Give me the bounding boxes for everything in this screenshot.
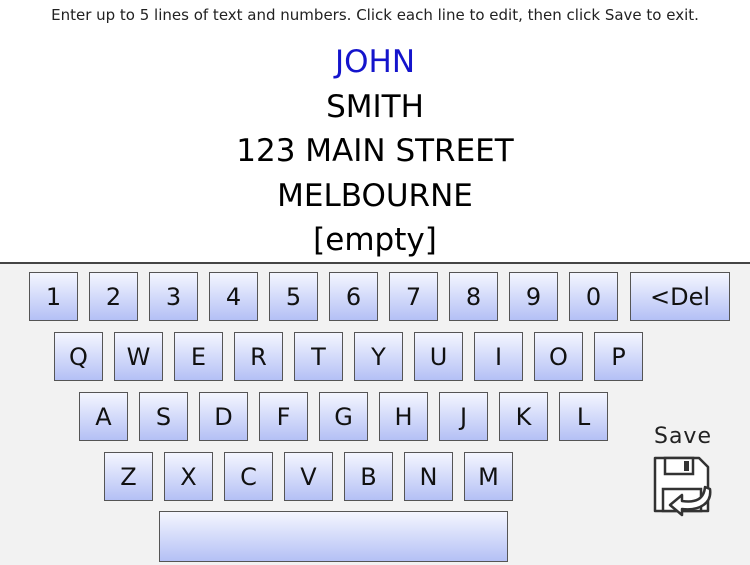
- key-u[interactable]: U: [414, 332, 463, 381]
- key-7[interactable]: 7: [389, 272, 438, 321]
- key-3[interactable]: 3: [149, 272, 198, 321]
- key-n[interactable]: N: [404, 452, 453, 501]
- key-a[interactable]: A: [79, 392, 128, 441]
- key-g[interactable]: G: [319, 392, 368, 441]
- key-s[interactable]: S: [139, 392, 188, 441]
- key-v[interactable]: V: [284, 452, 333, 501]
- text-line-4[interactable]: MELBOURNE: [0, 174, 750, 219]
- key-m[interactable]: M: [464, 452, 513, 501]
- text-line-3[interactable]: 123 MAIN STREET: [0, 129, 750, 174]
- instructions-text: Enter up to 5 lines of text and numbers.…: [51, 6, 699, 24]
- key-f[interactable]: F: [259, 392, 308, 441]
- save-button[interactable]: Save: [643, 424, 723, 519]
- key-d[interactable]: D: [199, 392, 248, 441]
- space-key[interactable]: [159, 511, 508, 562]
- key-9[interactable]: 9: [509, 272, 558, 321]
- key-z[interactable]: Z: [104, 452, 153, 501]
- save-floppy-icon: [653, 456, 712, 517]
- key-c[interactable]: C: [224, 452, 273, 501]
- key-0[interactable]: 0: [569, 272, 618, 321]
- key-y[interactable]: Y: [354, 332, 403, 381]
- key-1[interactable]: 1: [29, 272, 78, 321]
- key-x[interactable]: X: [164, 452, 213, 501]
- key-l[interactable]: L: [559, 392, 608, 441]
- key-b[interactable]: B: [344, 452, 393, 501]
- key-h[interactable]: H: [379, 392, 428, 441]
- key-o[interactable]: O: [534, 332, 583, 381]
- key-8[interactable]: 8: [449, 272, 498, 321]
- key-q[interactable]: Q: [54, 332, 103, 381]
- text-line-5[interactable]: [empty]: [0, 218, 750, 263]
- key-w[interactable]: W: [114, 332, 163, 381]
- key-4[interactable]: 4: [209, 272, 258, 321]
- delete-key[interactable]: <Del: [630, 272, 730, 321]
- key-r[interactable]: R: [234, 332, 283, 381]
- key-i[interactable]: I: [474, 332, 523, 381]
- text-line-2[interactable]: SMITH: [0, 85, 750, 130]
- key-6[interactable]: 6: [329, 272, 378, 321]
- key-k[interactable]: K: [499, 392, 548, 441]
- key-e[interactable]: E: [174, 332, 223, 381]
- save-label: Save: [653, 424, 712, 449]
- text-line-1[interactable]: JOHN: [0, 40, 750, 85]
- key-t[interactable]: T: [294, 332, 343, 381]
- text-lines: JOHN SMITH 123 MAIN STREET MELBOURNE [em…: [0, 40, 750, 263]
- key-5[interactable]: 5: [269, 272, 318, 321]
- key-j[interactable]: J: [439, 392, 488, 441]
- key-2[interactable]: 2: [89, 272, 138, 321]
- key-p[interactable]: P: [594, 332, 643, 381]
